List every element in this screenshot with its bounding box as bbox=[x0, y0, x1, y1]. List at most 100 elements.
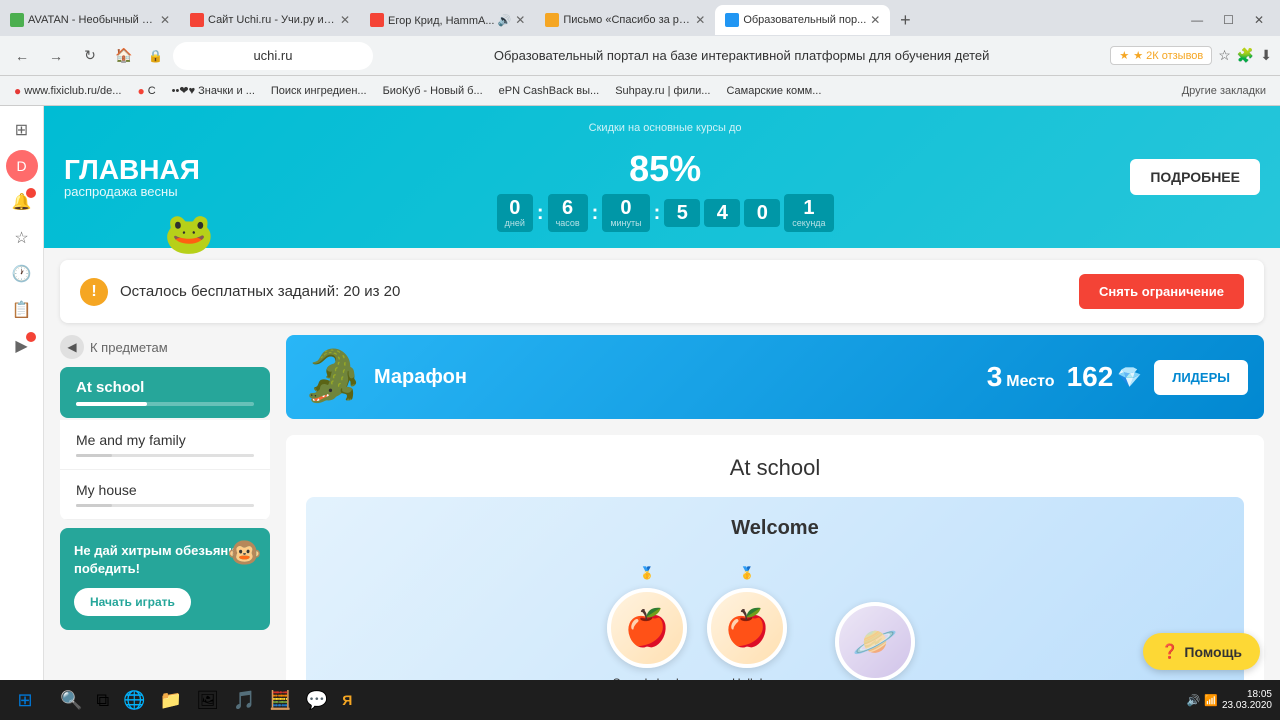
taskbar-task-view[interactable]: ⧉ bbox=[90, 682, 115, 718]
lesson-hello[interactable]: 🥇 🍎 Hello! 3 / 3 bbox=[707, 566, 787, 680]
topic-active-text: At school bbox=[76, 379, 254, 396]
tab-avatan[interactable]: AVATAN - Необычный Фо... ✕ bbox=[0, 5, 180, 35]
taskbar-ie[interactable]: 🌐 bbox=[117, 682, 151, 718]
back-arrow-icon: ◀ bbox=[60, 335, 84, 359]
topic-at-school[interactable]: At school bbox=[60, 367, 270, 418]
sidebar-icon-notifications[interactable]: 🔔 bbox=[6, 186, 38, 218]
extensions-icon[interactable]: 🧩 bbox=[1237, 47, 1254, 64]
download-icon[interactable]: ⬇ bbox=[1260, 47, 1272, 64]
leaders-button[interactable]: ЛИДЕРЫ bbox=[1154, 360, 1248, 395]
taskbar-network-icon[interactable]: 📶 bbox=[1204, 694, 1218, 707]
topic-item-text-2: My house bbox=[76, 482, 254, 498]
refresh-button[interactable]: ↻ bbox=[76, 42, 104, 70]
bookmark-znachki[interactable]: ••❤♥ Значки и ... bbox=[166, 82, 261, 99]
countdown: 0 дней : 6 часов : 0 минуты : 5 bbox=[497, 194, 834, 232]
hours-num: 6 bbox=[556, 198, 580, 218]
tab-close-4[interactable]: ✕ bbox=[695, 13, 705, 27]
sidebar-icon-tasks[interactable]: 📋 bbox=[6, 294, 38, 326]
minimize-button[interactable]: — bbox=[1185, 11, 1209, 29]
page-content: ⊞ D 🔔 ☆ 🕐 📋 ▶ ГЛАВНАЯ распродажа весны 🐸… bbox=[0, 106, 1280, 680]
bookmark-samarskie[interactable]: Самарские комм... bbox=[720, 83, 827, 99]
lesson-icon-3: 🪐 bbox=[835, 602, 915, 680]
tab-favicon-2 bbox=[190, 13, 204, 27]
s1-num: 5 bbox=[672, 203, 692, 223]
bookmark-label-suhpay: Suhpay.ru | фили... bbox=[615, 85, 710, 97]
tab-favicon-1 bbox=[10, 13, 24, 27]
percent-value: 85% bbox=[629, 148, 701, 189]
topics-list: Me and my family My house bbox=[60, 420, 270, 520]
photos-icon: 🖼 bbox=[196, 690, 219, 711]
content-section: At school Welcome 🥇 🍎 Sound check 1 / 1 bbox=[286, 435, 1264, 680]
skype-icon: 💬 bbox=[306, 690, 328, 711]
taskbar-file-explorer[interactable]: 📁 bbox=[154, 682, 188, 718]
taskbar-photos[interactable]: 🖼 bbox=[190, 682, 225, 718]
taskbar-skype[interactable]: 💬 bbox=[300, 682, 334, 718]
tab-uchiru-active[interactable]: Образовательный пор... ✕ bbox=[715, 5, 890, 35]
taskbar-yandex[interactable]: Я bbox=[336, 682, 358, 718]
notif-left: ! Осталось бесплатных заданий: 20 из 20 bbox=[80, 278, 400, 306]
lesson-crystal-hunt[interactable]: 🥇 🪐 🎮 Crystal Hunt: Level 1 bbox=[807, 580, 942, 680]
tab-close-1[interactable]: ✕ bbox=[160, 13, 170, 27]
sidebar-icon-video[interactable]: ▶ bbox=[6, 330, 38, 362]
ie-icon: 🌐 bbox=[123, 690, 145, 711]
bookmark-suhpay[interactable]: Suhpay.ru | фили... bbox=[609, 83, 716, 99]
bookmark-c[interactable]: ● C bbox=[131, 82, 161, 100]
marathon-icon: 🐊 bbox=[302, 347, 362, 407]
sidebar-icon-star[interactable]: ☆ bbox=[6, 222, 38, 254]
bookmark-icon[interactable]: ☆ bbox=[1218, 47, 1231, 64]
taskbar-search[interactable]: 🔍 bbox=[54, 682, 88, 718]
taskbar-media[interactable]: 🎵 bbox=[227, 682, 261, 718]
taskbar-volume-icon[interactable]: 🔊 bbox=[1187, 694, 1201, 707]
start-game-button[interactable]: Начать играть bbox=[74, 588, 191, 616]
date-display: 23.03.2020 bbox=[1222, 700, 1272, 711]
browser-chrome: AVATAN - Необычный Фо... ✕ Сайт Uchi.ru … bbox=[0, 0, 1280, 106]
bookmark-fixiclub[interactable]: ● www.fixiclub.ru/de... bbox=[8, 82, 127, 100]
new-tab-button[interactable]: + bbox=[890, 5, 920, 35]
yandex-icon: Я bbox=[342, 692, 352, 708]
bookmark-epn[interactable]: ePN CashBack вы... bbox=[493, 83, 606, 99]
task-view-icon: ⧉ bbox=[96, 690, 109, 711]
marathon-score-num: 162 bbox=[1067, 361, 1114, 393]
topic-my-house[interactable]: My house bbox=[60, 470, 270, 520]
sidebar-icon-user[interactable]: D bbox=[6, 150, 38, 182]
bookmark-label-epn: ePN CashBack вы... bbox=[499, 85, 600, 97]
home-button[interactable]: 🏠 bbox=[110, 42, 138, 70]
maximize-button[interactable]: ☐ bbox=[1217, 11, 1240, 29]
bookmark-label-ingredients: Поиск ингредиен... bbox=[271, 85, 367, 97]
back-button[interactable]: ← bbox=[8, 42, 36, 70]
tab-title-5: Образовательный пор... bbox=[743, 14, 866, 26]
help-button[interactable]: ❓ Помощь bbox=[1143, 633, 1260, 670]
remove-limit-button[interactable]: Снять ограничение bbox=[1079, 274, 1244, 309]
address-right-icons: ☆ 🧩 ⬇ bbox=[1218, 47, 1272, 64]
tab-email[interactable]: Письмо «Спасибо за рег... ✕ bbox=[535, 5, 715, 35]
topic-me-and-family[interactable]: Me and my family bbox=[60, 420, 270, 470]
tab-close-2[interactable]: ✕ bbox=[340, 13, 350, 27]
star-icon: ★ bbox=[1119, 49, 1129, 62]
countdown-hours: 6 часов bbox=[548, 194, 588, 232]
start-button[interactable]: ⊞ bbox=[0, 680, 50, 720]
bookmark-more[interactable]: Другие закладки bbox=[1176, 83, 1272, 99]
tab-close-3[interactable]: ✕ bbox=[515, 13, 525, 27]
bookmark-ingredients[interactable]: Поиск ингредиен... bbox=[265, 83, 373, 99]
seconds-label: секунда bbox=[792, 218, 825, 228]
reviews-button[interactable]: ★ ★ 2К отзывов bbox=[1110, 46, 1212, 65]
tab-egorkrid[interactable]: Егор Крид, HammA... 🔊 ✕ bbox=[360, 5, 535, 35]
details-button[interactable]: ПОДРОБНЕЕ bbox=[1130, 159, 1260, 195]
bookmark-biocube[interactable]: БиоКуб - Новый б... bbox=[377, 83, 489, 99]
taskbar-right: 🔊 📶 18:05 23.03.2020 bbox=[1187, 689, 1280, 711]
tab-uchi[interactable]: Сайт Uchi.ru - Учи.ру инте... ✕ bbox=[180, 5, 360, 35]
close-button[interactable]: ✕ bbox=[1248, 11, 1270, 29]
taskbar-calculator[interactable]: 🧮 bbox=[263, 682, 297, 718]
tab-close-5[interactable]: ✕ bbox=[870, 13, 880, 27]
back-to-subjects-button[interactable]: ◀ К предметам bbox=[60, 335, 270, 359]
sidebar-icon-clock[interactable]: 🕐 bbox=[6, 258, 38, 290]
bookmark-icon-c: ● bbox=[137, 84, 144, 98]
bookmarks-bar: ● www.fixiclub.ru/de... ● C ••❤♥ Значки … bbox=[0, 76, 1280, 106]
search-taskbar-icon: 🔍 bbox=[60, 690, 82, 711]
topic-progress-bar bbox=[76, 402, 254, 406]
welcome-banner: Welcome 🥇 🍎 Sound check 1 / 1 🥇 bbox=[306, 497, 1244, 680]
lesson-sound-check[interactable]: 🥇 🍎 Sound check 1 / 1 bbox=[607, 566, 687, 680]
sidebar-icon-menu[interactable]: ⊞ bbox=[6, 114, 38, 146]
forward-button[interactable]: → bbox=[42, 42, 70, 70]
address-input[interactable] bbox=[173, 42, 373, 70]
